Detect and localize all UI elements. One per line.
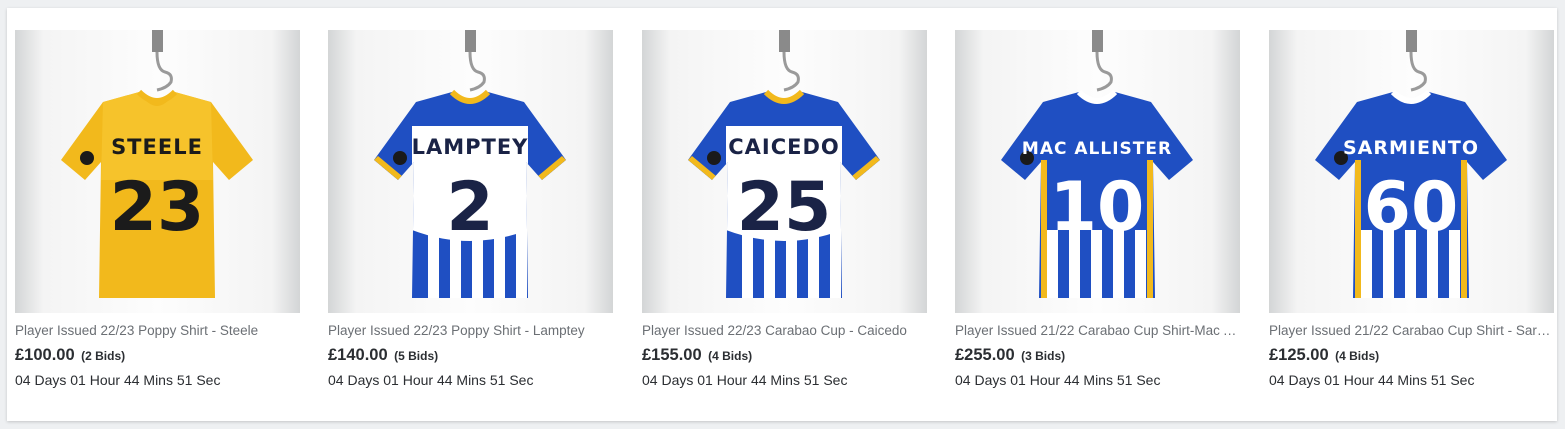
shirt-collar: [1390, 89, 1432, 104]
product-image[interactable]: LAMPTEY 2: [328, 30, 613, 313]
shirt-illustration: MAC ALLISTER 10: [1001, 30, 1193, 298]
shirt-number: 2: [446, 168, 493, 247]
hanger-hook-bracket: [1406, 30, 1417, 52]
price-line: £140.00 (5 Bids): [328, 346, 613, 365]
shirt-player-name: STEELE: [111, 135, 203, 159]
shirt-collar: [1076, 89, 1118, 104]
current-price: £140.00: [328, 346, 388, 364]
current-price: £255.00: [955, 346, 1015, 364]
shirt-illustration: SARMIENTO 60: [1315, 30, 1507, 298]
current-price: £155.00: [642, 346, 702, 364]
shirt-player-name: CAICEDO: [728, 135, 840, 159]
price-line: £125.00 (4 Bids): [1269, 346, 1554, 365]
hanger-hook-bracket: [152, 30, 163, 52]
sleeve-badge-icon: [393, 151, 407, 165]
listing-card[interactable]: SARMIENTO 60 Player Issued 21/22 Carabao …: [1269, 30, 1554, 388]
shirt-illustration: STEELE 23: [61, 30, 253, 298]
bid-count: (3 Bids): [1021, 349, 1066, 363]
listing-card[interactable]: MAC ALLISTER 10 Player Issued 21/22 Carab…: [955, 30, 1240, 388]
price-line: £100.00 (2 Bids): [15, 346, 300, 365]
listings-panel: STEELE 23 Player Issued 22/23 Poppy Shirt…: [7, 8, 1557, 421]
shirt-player-name: SARMIENTO: [1343, 137, 1479, 159]
shirt-collar: [763, 89, 805, 104]
hanger-hook: [1409, 51, 1427, 92]
bid-count: (4 Bids): [708, 349, 753, 363]
listing-title[interactable]: Player Issued 22/23 Carabao Cup - Caiced…: [642, 323, 927, 338]
hanger-hook-bracket: [1092, 30, 1103, 52]
hanger-hook: [468, 51, 486, 92]
sleeve-badge-icon: [80, 151, 94, 165]
shirt-player-name: MAC ALLISTER: [1022, 139, 1172, 159]
product-image[interactable]: MAC ALLISTER 10: [955, 30, 1240, 313]
hanger-hook-bracket: [465, 30, 476, 52]
product-image[interactable]: STEELE 23: [15, 30, 300, 313]
shirt-illustration: CAICEDO 25: [688, 30, 880, 298]
shirt-collar: [449, 89, 491, 104]
shirt-illustration: LAMPTEY 2: [374, 30, 566, 298]
product-image[interactable]: SARMIENTO 60: [1269, 30, 1554, 313]
product-image[interactable]: CAICEDO 25: [642, 30, 927, 313]
time-remaining: 04 Days 01 Hour 44 Mins 51 Sec: [15, 372, 221, 388]
bid-count: (5 Bids): [394, 349, 439, 363]
bid-count: (2 Bids): [81, 349, 126, 363]
hanger-hook-bracket: [779, 30, 790, 52]
hanger-hook: [155, 51, 173, 92]
current-price: £100.00: [15, 346, 75, 364]
hanger-hook: [782, 51, 800, 92]
listing-card[interactable]: STEELE 23 Player Issued 22/23 Poppy Shirt…: [15, 30, 300, 388]
listing-title[interactable]: Player Issued 22/23 Poppy Shirt - Lampte…: [328, 323, 613, 338]
shirt-player-name: LAMPTEY: [412, 135, 529, 159]
time-remaining: 04 Days 01 Hour 44 Mins 51 Sec: [328, 372, 534, 388]
listing-title[interactable]: Player Issued 22/23 Poppy Shirt - Steele: [15, 323, 300, 338]
price-line: £255.00 (3 Bids): [955, 346, 1240, 365]
hanger-hook: [1095, 51, 1113, 92]
shirt-number: 25: [737, 168, 832, 247]
shirt-collar: [136, 89, 178, 104]
shirt-number: 60: [1364, 168, 1459, 247]
time-remaining: 04 Days 01 Hour 44 Mins 51 Sec: [955, 372, 1161, 388]
bid-count: (4 Bids): [1335, 349, 1380, 363]
listing-title[interactable]: Player Issued 21/22 Carabao Cup Shirt-Ma…: [955, 323, 1240, 338]
listing-card[interactable]: CAICEDO 25 Player Issued 22/23 Carabao Cu…: [642, 30, 927, 388]
shirt-number: 10: [1050, 168, 1145, 247]
time-remaining: 04 Days 01 Hour 44 Mins 51 Sec: [642, 372, 848, 388]
sleeve-badge-icon: [707, 151, 721, 165]
listing-title[interactable]: Player Issued 21/22 Carabao Cup Shirt - …: [1269, 323, 1554, 338]
listing-card[interactable]: LAMPTEY 2 Player Issued 22/23 Poppy Shirt…: [328, 30, 613, 388]
price-line: £155.00 (4 Bids): [642, 346, 927, 365]
current-price: £125.00: [1269, 346, 1329, 364]
shirt-number: 23: [110, 168, 205, 247]
time-remaining: 04 Days 01 Hour 44 Mins 51 Sec: [1269, 372, 1475, 388]
